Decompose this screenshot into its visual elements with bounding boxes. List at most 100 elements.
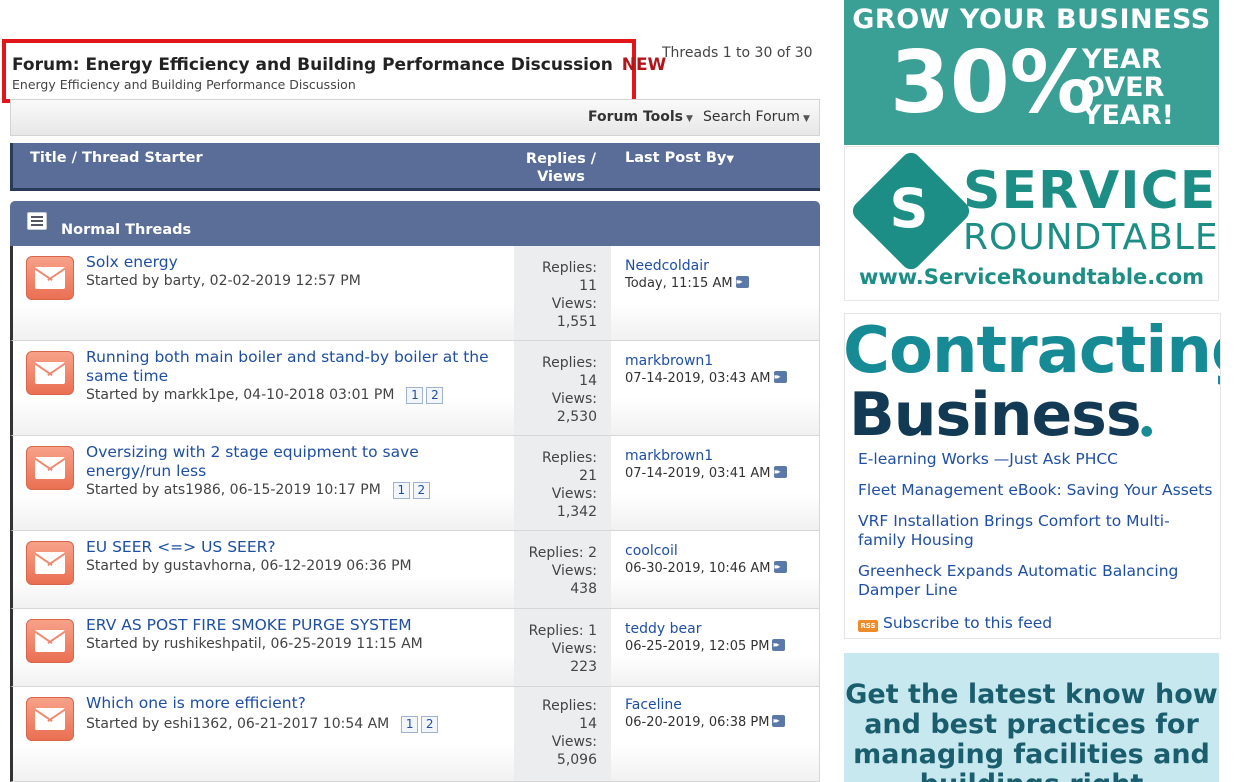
ad-service-url: www.ServiceRoundtable.com: [858, 265, 1205, 289]
thread-title-link[interactable]: EU SEER <=> US SEER?: [86, 538, 506, 557]
ad-grow-percent: 30%: [890, 33, 1096, 133]
logo-letter: S: [889, 177, 929, 240]
last-post-user-link[interactable]: Faceline: [625, 697, 785, 714]
last-post-user-link[interactable]: markbrown1: [625, 448, 787, 465]
go-to-last-post-icon[interactable]: [773, 558, 787, 575]
forum-main: Forum: Energy Efficiency and Building Pe…: [0, 0, 830, 782]
mail-icon: [26, 619, 74, 663]
last-post-user-link[interactable]: teddy bear: [625, 621, 785, 638]
forum-tools-bar: Forum Tools ▼ Search Forum ▼: [10, 99, 820, 136]
contracting-logo-word2[interactable]: Business●: [849, 380, 1153, 450]
views-label: Views:: [551, 391, 597, 407]
ad-facilities-text: Get the latest know how and best practic…: [845, 679, 1218, 782]
replies-count: 14: [579, 716, 597, 732]
replies-label: Replies:: [541, 698, 597, 714]
replies-label: Replies:: [541, 355, 597, 371]
go-to-last-post-icon[interactable]: [772, 712, 786, 729]
subscribe-feed-link[interactable]: RSS Subscribe to this feed: [858, 614, 1052, 632]
thread-starter: Started by markk1pe, 04-10-2018 03:01 PM…: [86, 387, 444, 404]
last-post-time: 06-25-2019, 12:05 PM: [625, 639, 770, 654]
views-count: 223: [570, 659, 597, 675]
new-badge: NEW: [621, 55, 667, 75]
sort-replies[interactable]: Replies / Views: [521, 150, 601, 186]
views-count: 438: [570, 581, 597, 597]
thread-title-link[interactable]: ERV AS POST FIRE SMOKE PURGE SYSTEM: [86, 616, 506, 635]
search-forum-menu[interactable]: Search Forum ▼: [703, 109, 810, 125]
forum-subtitle: Energy Efficiency and Building Performan…: [12, 77, 356, 92]
thread-title-link[interactable]: Running both main boiler and stand-by bo…: [86, 348, 506, 386]
forum-tools-label: Forum Tools: [588, 109, 684, 125]
last-post-user-link[interactable]: coolcoil: [625, 543, 787, 560]
last-post: coolcoil 06-30-2019, 10:46 AM: [625, 543, 787, 577]
feed-item-link[interactable]: Fleet Management eBook: Saving Your Asse…: [858, 481, 1213, 500]
chevron-down-icon: ▼: [802, 114, 810, 124]
replies-label: Replies:: [541, 450, 597, 466]
thread-title-link[interactable]: Which one is more efficient?: [86, 694, 506, 713]
views-count: 2,530: [556, 409, 597, 425]
go-to-last-post-icon[interactable]: [772, 636, 786, 653]
feed-item-link[interactable]: VRF Installation Brings Comfort to Multi…: [858, 512, 1213, 550]
views-label: Views:: [551, 486, 597, 502]
page-link[interactable]: 2: [426, 387, 444, 404]
views-count: 1,342: [556, 504, 597, 520]
ad-service-word: SERVICE: [963, 161, 1217, 221]
last-post: markbrown1 07-14-2019, 03:43 AM: [625, 353, 787, 387]
section-normal-threads: Normal Threads: [10, 201, 820, 246]
section-label: Normal Threads: [61, 222, 192, 238]
thread-row: Which one is more efficient? Started by …: [10, 687, 820, 782]
feed-item-link[interactable]: E-learning Works —Just Ask PHCC: [858, 450, 1213, 469]
views-count: 1,551: [556, 314, 597, 330]
page-link[interactable]: 2: [421, 716, 439, 733]
last-post-header: Last Post By: [625, 150, 727, 166]
go-to-last-post-icon[interactable]: [773, 368, 787, 385]
mail-icon: [26, 351, 74, 395]
ad-service-roundtable[interactable]: S SERVICE ROUNDTABLE www.ServiceRoundtab…: [844, 146, 1219, 301]
replies-header-line2: Views: [537, 169, 585, 185]
news-feed-list: E-learning Works —Just Ask PHCC Fleet Ma…: [858, 450, 1213, 612]
sort-desc-icon: ▼: [726, 154, 735, 165]
thread-stats: Replies: 14 Views: 2,530: [514, 341, 611, 435]
page-link[interactable]: 1: [406, 387, 424, 404]
page-link[interactable]: 1: [392, 482, 410, 499]
feed-item-link[interactable]: Greenheck Expands Automatic Balancing Da…: [858, 562, 1213, 600]
subscribe-label: Subscribe to this feed: [883, 614, 1053, 632]
last-post-user-link[interactable]: markbrown1: [625, 353, 787, 370]
chevron-down-icon: ▼: [686, 114, 693, 124]
contracting-logo-word1[interactable]: Contracting: [845, 314, 1220, 388]
last-post: Faceline 06-20-2019, 06:38 PM: [625, 697, 786, 731]
last-post-user-link[interactable]: Needcoldair: [625, 258, 749, 275]
replies-count: 11: [579, 278, 597, 294]
thread-starter-text: Started by ats1986, 06-15-2019 10:17 PM: [86, 482, 381, 498]
go-to-last-post-icon[interactable]: [773, 463, 787, 480]
mail-icon: [26, 446, 74, 490]
views-label: Views:: [551, 563, 597, 579]
contracting-word2-text: Business: [849, 380, 1142, 450]
thread-stats: Replies: 11 Views: 1,551: [514, 246, 611, 340]
replies-label: Replies: 2: [528, 545, 597, 561]
thread-title-link[interactable]: Solx energy: [86, 253, 506, 272]
forum-tools-menu[interactable]: Forum Tools ▼: [588, 109, 693, 125]
thread-stats: Replies: 14 Views: 5,096: [514, 687, 611, 781]
ad-grow-year2: YEAR!: [1082, 100, 1174, 131]
thread-starter: Started by ats1986, 06-15-2019 10:17 PM 1…: [86, 482, 430, 499]
rss-icon: RSS: [858, 620, 878, 632]
ad-contracting-business: Contracting Business● E-learning Works —…: [844, 313, 1221, 639]
search-forum-label: Search Forum: [703, 109, 800, 125]
last-post: teddy bear 06-25-2019, 12:05 PM: [625, 621, 786, 655]
forum-title: Forum: Energy Efficiency and Building Pe…: [12, 55, 666, 75]
page-link[interactable]: 2: [412, 482, 430, 499]
ad-facilities[interactable]: Get the latest know how and best practic…: [844, 653, 1219, 782]
ad-grow-business[interactable]: GROW YOUR BUSINESS 30% YEAR OVER YEAR!: [844, 0, 1219, 145]
go-to-last-post-icon[interactable]: [735, 273, 749, 290]
forum-header-highlight: Forum: Energy Efficiency and Building Pe…: [2, 39, 666, 103]
sort-title[interactable]: Title / Thread Starter: [30, 150, 203, 166]
page-link[interactable]: 1: [401, 716, 419, 733]
thread-starter-text: Started by markk1pe, 04-10-2018 03:01 PM: [86, 387, 395, 403]
views-label: Views:: [551, 296, 597, 312]
ad-grow-year: YEAR: [1082, 44, 1162, 75]
thread-row: EU SEER <=> US SEER? Started by gustavho…: [10, 531, 820, 609]
thread-title-link[interactable]: Oversizing with 2 stage equipment to sav…: [86, 443, 506, 481]
last-post-time: 06-20-2019, 06:38 PM: [625, 715, 770, 730]
last-post-time: 07-14-2019, 03:43 AM: [625, 371, 771, 386]
sort-last-post[interactable]: Last Post By▼: [625, 150, 734, 166]
